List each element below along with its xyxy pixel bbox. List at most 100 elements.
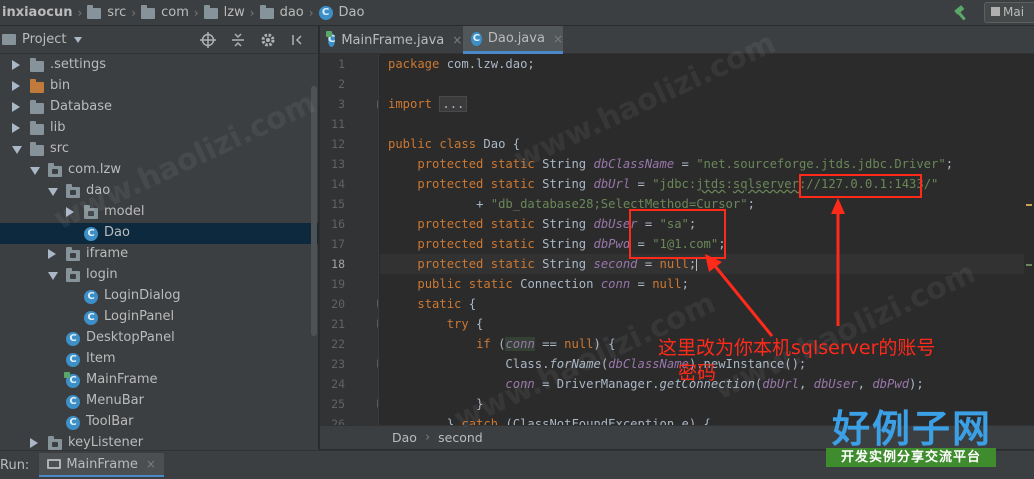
- hide-panel-icon[interactable]: [290, 32, 306, 48]
- locate-target-icon[interactable]: [200, 32, 216, 48]
- line-number[interactable]: 20: [331, 297, 345, 311]
- dropdown-arrow-icon[interactable]: [74, 36, 83, 43]
- fold-marker-icon[interactable]: [377, 319, 378, 328]
- build-hammer-icon[interactable]: [952, 4, 970, 22]
- run-tab-mainframe[interactable]: MainFrame ×: [39, 453, 164, 477]
- breadcrumb-item-project[interactable]: inxiaocun ›: [2, 0, 87, 26]
- code-line-19[interactable]: public static Connection conn = null;: [388, 274, 689, 294]
- line-number[interactable]: 16: [331, 217, 345, 231]
- tree-item-com-lzw[interactable]: com.lzw: [0, 160, 318, 181]
- tree-item-toolbar[interactable]: C ToolBar: [0, 412, 318, 433]
- tab-mainframe[interactable]: C MainFrame.java ×: [320, 26, 462, 54]
- tree-item-label: DesktopPanel: [86, 330, 175, 345]
- tree-item-menubar[interactable]: C MenuBar: [0, 391, 318, 412]
- line-number[interactable]: 18: [331, 257, 345, 271]
- line-number[interactable]: 1: [338, 57, 345, 71]
- tree-item-dao[interactable]: C Dao: [0, 223, 318, 244]
- fold-marker-icon[interactable]: [377, 399, 378, 408]
- line-number[interactable]: 23: [331, 357, 345, 371]
- chevron-right-icon[interactable]: [48, 249, 56, 259]
- breadcrumb-item-class[interactable]: C Dao: [318, 0, 364, 26]
- tree-item-src[interactable]: src: [0, 139, 318, 160]
- code-line-12[interactable]: public class Dao {: [388, 134, 520, 154]
- tree-item-lib[interactable]: lib: [0, 118, 318, 139]
- breadcrumb-item-lzw[interactable]: lzw ›: [203, 0, 260, 26]
- chevron-down-icon[interactable]: [30, 167, 40, 175]
- project-scrollbar[interactable]: [311, 86, 317, 336]
- chevron-right-icon[interactable]: [12, 102, 20, 112]
- close-icon[interactable]: ×: [452, 33, 462, 47]
- line-number[interactable]: 22: [331, 337, 345, 351]
- code-line-3[interactable]: import ...: [388, 94, 468, 114]
- editor-breadcrumb-class[interactable]: Dao: [392, 430, 417, 445]
- breadcrumb-item-src[interactable]: src ›: [87, 0, 141, 26]
- line-number[interactable]: 19: [331, 277, 345, 291]
- line-number[interactable]: 3: [338, 97, 345, 111]
- run-config-label: Mai: [1003, 5, 1025, 19]
- fold-marker-icon[interactable]: [377, 299, 378, 308]
- code-line-13[interactable]: protected static String dbClassName = "n…: [388, 154, 953, 174]
- line-number[interactable]: 14: [331, 177, 345, 191]
- tree-item-dao[interactable]: dao: [0, 181, 318, 202]
- warning-marker[interactable]: [1026, 204, 1032, 206]
- line-number[interactable]: 2: [338, 77, 345, 91]
- line-number[interactable]: 17: [331, 237, 345, 251]
- code-line-25[interactable]: }: [388, 394, 483, 414]
- chevron-right-icon[interactable]: [12, 123, 20, 133]
- line-number[interactable]: 12: [331, 137, 345, 151]
- breadcrumb-item-com[interactable]: com ›: [141, 0, 204, 26]
- editor-tab-bar: C MainFrame.java × C Dao.java ×: [320, 26, 1034, 54]
- line-number[interactable]: 11: [331, 117, 345, 131]
- chevron-right-icon[interactable]: [30, 438, 38, 448]
- code-line-1[interactable]: package com.lzw.dao;: [388, 54, 535, 74]
- chevron-down-icon[interactable]: [48, 272, 58, 280]
- fold-marker-icon[interactable]: [377, 359, 378, 368]
- code-line-20[interactable]: static {: [388, 294, 476, 314]
- tree-item-label: LoginPanel: [104, 309, 175, 324]
- tree-item--settings[interactable]: .settings: [0, 55, 318, 76]
- chevron-right-icon[interactable]: [66, 207, 74, 217]
- error-stripe[interactable]: [1024, 54, 1034, 425]
- breadcrumb-item-dao[interactable]: dao ›: [259, 0, 319, 26]
- line-number-gutter[interactable]: 1 2 3 11 12 13 14 15 16 17 18 19 20 21 22 23 24 25 26: [320, 54, 379, 425]
- tree-item-login[interactable]: login: [0, 265, 318, 286]
- tree-item-bin[interactable]: bin: [0, 76, 318, 97]
- chevron-right-icon[interactable]: [12, 81, 20, 91]
- line-number[interactable]: 24: [331, 377, 345, 391]
- tree-item-item[interactable]: C Item: [0, 349, 318, 370]
- tree-item-iframe[interactable]: iframe: [0, 244, 318, 265]
- editor-breadcrumb-field[interactable]: second: [438, 430, 483, 445]
- tree-item-mainframe[interactable]: C MainFrame: [0, 370, 318, 391]
- code-line-24[interactable]: conn = DriverManager.getConnection(dbUrl…: [388, 374, 923, 394]
- code-line-22[interactable]: if (conn == null) {: [388, 334, 616, 354]
- gear-icon[interactable]: [260, 32, 276, 48]
- chevron-right-icon: ›: [193, 5, 199, 20]
- class-icon: C: [471, 31, 482, 46]
- tree-item-keylistener[interactable]: keyListener: [0, 433, 318, 450]
- close-icon[interactable]: ×: [553, 32, 563, 46]
- tree-item-model[interactable]: model: [0, 202, 318, 223]
- tree-item-loginpanel[interactable]: C LoginPanel: [0, 307, 318, 328]
- line-number[interactable]: 26: [331, 417, 345, 425]
- code-line-26[interactable]: } catch (ClassNotFoundException e) {: [388, 414, 711, 425]
- run-configuration-select[interactable]: Mai: [984, 2, 1034, 23]
- console-icon: [47, 459, 62, 469]
- code-line-21[interactable]: try {: [388, 314, 484, 334]
- line-number[interactable]: 25: [331, 397, 345, 411]
- project-panel-title[interactable]: Project: [22, 32, 66, 47]
- tree-item-logindialog[interactable]: C LoginDialog: [0, 286, 318, 307]
- tree-item-database[interactable]: Database: [0, 97, 318, 118]
- tree-item-desktoppanel[interactable]: C DesktopPanel: [0, 328, 318, 349]
- line-number[interactable]: 13: [331, 157, 345, 171]
- package-icon: [48, 163, 62, 177]
- line-number[interactable]: 15: [331, 197, 345, 211]
- chevron-down-icon[interactable]: [12, 146, 22, 154]
- tab-dao[interactable]: C Dao.java ×: [463, 26, 563, 54]
- line-number[interactable]: 21: [331, 317, 345, 331]
- collapse-all-icon[interactable]: [230, 32, 246, 48]
- chevron-down-icon[interactable]: [48, 188, 58, 196]
- close-icon[interactable]: ×: [146, 457, 156, 471]
- fold-marker-icon[interactable]: [377, 100, 378, 109]
- chevron-right-icon[interactable]: [12, 60, 20, 70]
- warning-marker[interactable]: [1026, 264, 1032, 266]
